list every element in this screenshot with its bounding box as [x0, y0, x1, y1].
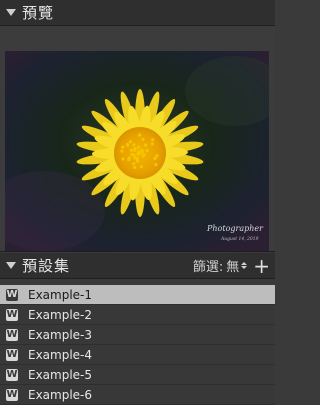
- filter-label: 篩選:: [193, 256, 223, 275]
- preview-area: Photographer August 14, 2019: [0, 26, 275, 252]
- collapse-triangle-icon[interactable]: [6, 262, 16, 269]
- presets-panel-header[interactable]: 預設集 篩選: 無 +: [0, 253, 275, 279]
- watermark-preset-icon: W: [6, 329, 18, 341]
- watermark-preset-icon: W: [6, 369, 18, 381]
- watermark-preset-icon: W: [6, 309, 18, 321]
- preset-item[interactable]: W Example-5: [0, 365, 275, 385]
- preset-list: W Example-1 W Example-2 W Example-3 W Example-4…: [0, 285, 275, 405]
- preset-label: Example-2: [28, 308, 92, 322]
- watermark-preset-icon: W: [6, 289, 18, 301]
- preset-item[interactable]: W Example-6: [0, 385, 275, 405]
- preset-item[interactable]: W Example-4: [0, 345, 275, 365]
- preset-item[interactable]: W Example-2: [0, 305, 275, 325]
- panel-divider[interactable]: [0, 251, 275, 252]
- preset-label: Example-4: [28, 348, 92, 362]
- add-preset-button[interactable]: +: [253, 256, 270, 276]
- watermark-preset-icon: W: [6, 349, 18, 361]
- presets-title: 預設集: [22, 255, 70, 276]
- watermark-name: Photographer: [206, 224, 264, 233]
- preview-image: Photographer August 14, 2019: [5, 51, 269, 252]
- preview-panel-header[interactable]: 預覽: [0, 0, 275, 26]
- preset-label: Example-1: [28, 288, 92, 302]
- filter-dropdown[interactable]: 篩選: 無 +: [193, 256, 275, 276]
- preset-item[interactable]: W Example-3: [0, 325, 275, 345]
- filter-value[interactable]: 無: [226, 256, 239, 275]
- preset-label: Example-6: [28, 388, 92, 402]
- collapse-triangle-icon[interactable]: [6, 9, 16, 16]
- preset-label: Example-5: [28, 368, 92, 382]
- preset-item[interactable]: W Example-1: [0, 285, 275, 305]
- watermark-preset-icon: W: [6, 389, 18, 401]
- preset-label: Example-3: [28, 328, 92, 342]
- watermark-date: August 14, 2019: [220, 236, 259, 242]
- updown-arrows-icon[interactable]: [241, 262, 247, 269]
- preview-title: 預覽: [22, 2, 54, 23]
